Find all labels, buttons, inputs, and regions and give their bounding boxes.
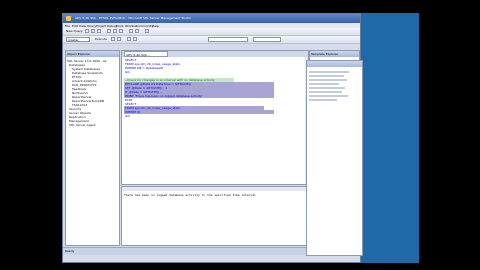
solution-explorer-header (307, 61, 362, 67)
object-explorer-pane: Object Explorer SQL Server 10.0.1600 - s… (65, 50, 120, 246)
cut-icon[interactable] (107, 29, 111, 33)
editor-tab-strip: ADV 6-4b-SQL... (122, 51, 308, 57)
object-explorer-header: Object Explorer (66, 51, 119, 57)
undo-icon[interactable] (129, 29, 133, 33)
tree-node[interactable]: SQL Server Agent (67, 123, 119, 127)
new-query-button[interactable]: New Query (66, 29, 83, 33)
copy-icon[interactable] (113, 29, 117, 33)
results-to-text-icon[interactable] (133, 37, 137, 41)
editor-tab[interactable]: ADV 6-4b-SQL... (124, 51, 168, 57)
object-explorer-tree: SQL Server 10.0.1600 - sa Databases System… (67, 59, 119, 127)
open-file-icon[interactable] (85, 29, 89, 33)
database-combo[interactable]: master (66, 37, 90, 42)
results-pane: There has been no logged database activi… (121, 186, 309, 246)
redo-icon[interactable] (135, 29, 139, 33)
toolbar-standard: New Query (63, 28, 360, 36)
code-line: PRINT 'There has been no logged database… (125, 94, 203, 98)
search-combo[interactable] (208, 37, 248, 42)
solution-tree (309, 69, 359, 189)
template-explorer-header: Template Explorer (310, 51, 359, 57)
filter-combo[interactable] (253, 37, 281, 42)
code-line: GO (125, 70, 130, 74)
window-title: ADV 6-4b-SQL - ETSQL.Pyfile(Brd) - Micro… (75, 16, 191, 20)
execute-button[interactable]: Execute (95, 37, 107, 41)
paste-icon[interactable] (119, 29, 123, 33)
selection-highlight (124, 110, 274, 114)
results-tab-strip (122, 187, 308, 191)
save-all-icon[interactable] (97, 29, 101, 33)
debug-icon[interactable] (111, 37, 115, 41)
results-message: There has been no logged database activi… (124, 193, 256, 197)
solution-explorer-pane (306, 60, 363, 256)
save-icon[interactable] (91, 29, 95, 33)
parse-icon[interactable] (117, 37, 121, 41)
toolbar-sql-editor: master Execute (63, 36, 360, 44)
results-to-grid-icon[interactable] (127, 37, 131, 41)
find-icon[interactable] (145, 29, 149, 33)
title-bar[interactable]: ADV 6-4b-SQL - ETSQL.Pyfile(Brd) - Micro… (63, 14, 360, 23)
code-line: GO (125, 114, 130, 118)
status-text: Ready (65, 249, 75, 253)
code-line: WHERE DB = DatabaseID (125, 66, 164, 70)
query-editor[interactable]: ADV 6-4b-SQL... (121, 50, 309, 185)
app-icon (66, 16, 71, 21)
